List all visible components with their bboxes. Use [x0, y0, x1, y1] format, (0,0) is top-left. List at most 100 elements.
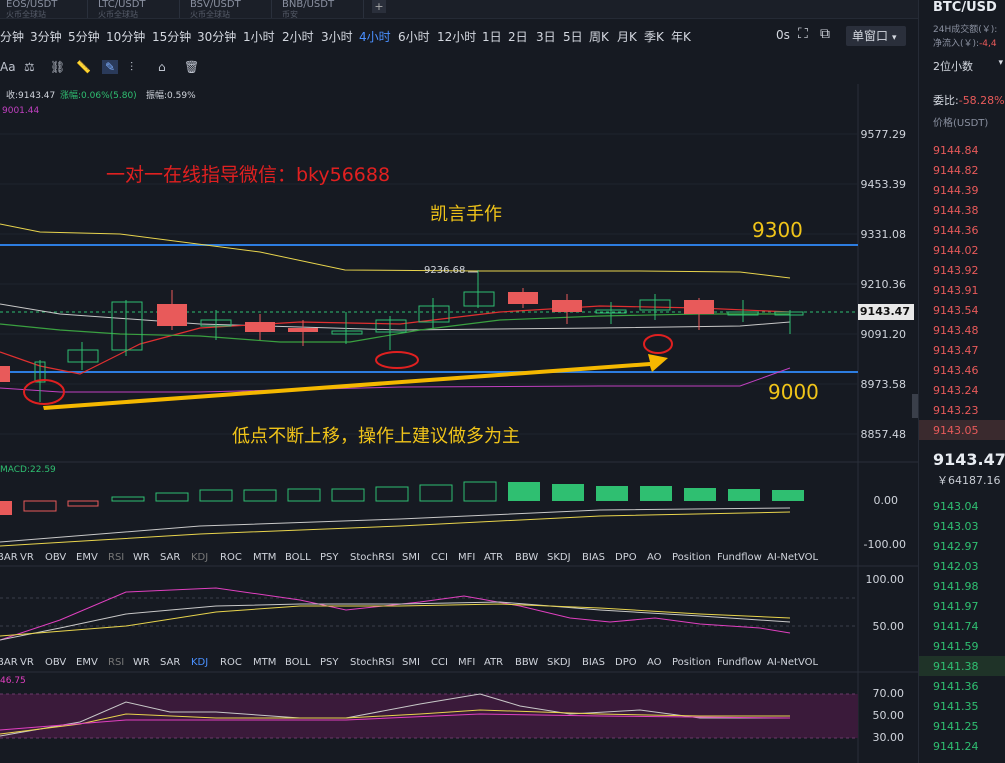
bid-price[interactable]: 9141.24	[933, 740, 979, 753]
indicator-tab[interactable]: MTM	[253, 657, 276, 668]
link-icon[interactable]: ⛓	[50, 60, 65, 74]
indicator-tab[interactable]: MFI	[458, 552, 475, 563]
timeframe-10min[interactable]: 10分钟	[106, 28, 145, 45]
indicator-tab[interactable]: Fundflow	[717, 657, 762, 668]
timeframe-1h[interactable]: 1小时	[243, 28, 275, 45]
ask-price[interactable]: 9143.91	[933, 284, 979, 297]
indicator-tab[interactable]: BAR	[0, 552, 18, 563]
timeframe-month[interactable]: 月K	[617, 28, 637, 45]
indicator-tab[interactable]: EMV	[76, 552, 98, 563]
ask-price[interactable]: 9143.54	[933, 304, 979, 317]
ask-price[interactable]: 9144.39	[933, 184, 979, 197]
bid-price[interactable]: 9143.03	[933, 520, 979, 533]
indicator-tab[interactable]: ATR	[484, 552, 503, 563]
ask-price[interactable]: 9143.48	[933, 324, 979, 337]
decimals-select[interactable]: 2位小数 ▾	[933, 58, 1003, 76]
indicator-tab[interactable]: OBV	[45, 657, 66, 668]
indicator-tab[interactable]: RSI	[108, 552, 124, 563]
timeframe-5d[interactable]: 5日	[563, 28, 583, 45]
ask-price[interactable]: 9143.05	[933, 424, 979, 437]
indicator-tab[interactable]: SMI	[402, 552, 420, 563]
ask-price[interactable]: 9143.24	[933, 384, 979, 397]
pair-tab[interactable]: BNB/USDT 币安	[276, 0, 364, 18]
indicator-tab[interactable]: Position	[672, 657, 711, 668]
bid-price[interactable]: 9141.98	[933, 580, 979, 593]
indicator-tab[interactable]: StochRSI	[350, 552, 394, 563]
ask-price[interactable]: 9144.84	[933, 144, 979, 157]
indicator-tab[interactable]: VR	[20, 552, 34, 563]
bid-price[interactable]: 9142.03	[933, 560, 979, 573]
indicator-tab[interactable]: BOLL	[285, 657, 311, 668]
indicator-tab[interactable]: EMV	[76, 657, 98, 668]
low-marker-ellipse[interactable]	[643, 334, 673, 354]
indicator-tab[interactable]: AO	[647, 552, 662, 563]
indicator-tab[interactable]: Position	[672, 552, 711, 563]
timeframe-5min[interactable]: 5分钟	[68, 28, 100, 45]
timeframe-12h[interactable]: 12小时	[437, 28, 476, 45]
indicator-tab[interactable]: PSY	[320, 552, 339, 563]
timeframe-3h[interactable]: 3小时	[321, 28, 353, 45]
indicator-tab[interactable]: AI-NetVOL	[767, 552, 818, 563]
indicator-tab[interactable]: SKDJ	[547, 552, 571, 563]
indicator-tab[interactable]: BBW	[515, 552, 538, 563]
indicator-tab[interactable]: WR	[133, 552, 150, 563]
ask-price[interactable]: 9143.23	[933, 404, 979, 417]
ask-price[interactable]: 9143.47	[933, 344, 979, 357]
indicator-tab[interactable]: WR	[133, 657, 150, 668]
bid-price[interactable]: 9141.97	[933, 600, 979, 613]
text-tool-icon[interactable]: Aa	[0, 60, 16, 74]
ask-price[interactable]: 9143.92	[933, 264, 979, 277]
low-marker-ellipse[interactable]	[375, 351, 419, 369]
pair-tab[interactable]: EOS/USDT 火币全球站	[0, 0, 88, 18]
measure-icon[interactable]: ⚖	[24, 60, 35, 74]
indicator-tab[interactable]: KDJ	[191, 657, 208, 668]
timeframe-quarter[interactable]: 季K	[644, 28, 664, 45]
timeframe-year[interactable]: 年K	[671, 28, 691, 45]
ruler-icon[interactable]: 📏	[76, 60, 91, 74]
timeframe-6h[interactable]: 6小时	[398, 28, 430, 45]
add-tab-button[interactable]: +	[372, 0, 386, 13]
indicator-tab[interactable]: BIAS	[582, 552, 605, 563]
chart-area[interactable]: 收:9143.47 涨幅:0.06%(5.80) 振幅:0.59% 9001.4…	[0, 84, 918, 763]
indicator-tab[interactable]: BIAS	[582, 657, 605, 668]
timeframe-2h[interactable]: 2小时	[282, 28, 314, 45]
bid-price[interactable]: 9141.36	[933, 680, 979, 693]
ask-price[interactable]: 9144.36	[933, 224, 979, 237]
bid-price[interactable]: 9142.97	[933, 540, 979, 553]
timeframe-week[interactable]: 周K	[589, 28, 609, 45]
indicator-tab[interactable]: VR	[20, 657, 34, 668]
bid-price[interactable]: 9143.04	[933, 500, 979, 513]
pen-icon[interactable]: ✎	[102, 60, 119, 74]
indicator-tab[interactable]: MTM	[253, 552, 276, 563]
lock-icon[interactable]: ⌂	[158, 60, 166, 74]
indicator-tab[interactable]: PSY	[320, 657, 339, 668]
fullscreen-icon[interactable]: ⛶	[798, 26, 808, 42]
indicator-tab[interactable]: DPO	[615, 552, 637, 563]
pair-tab[interactable]: BSV/USDT 火币全球站	[184, 0, 272, 18]
ask-price[interactable]: 9144.02	[933, 244, 979, 257]
indicator-tab[interactable]: ROC	[220, 552, 242, 563]
bid-price[interactable]: 9141.38	[933, 660, 979, 673]
indicator-tab[interactable]: OBV	[45, 552, 66, 563]
indicator-tab[interactable]: CCI	[431, 657, 448, 668]
candle-tool-icon[interactable]: ⫶	[130, 60, 133, 75]
indicator-tab[interactable]: SMI	[402, 657, 420, 668]
indicator-tab[interactable]: BAR	[0, 657, 18, 668]
indicator-tab[interactable]: CCI	[431, 552, 448, 563]
indicator-tab[interactable]: ROC	[220, 657, 242, 668]
timeframe-1min[interactable]: 分钟	[0, 28, 24, 45]
indicator-tab[interactable]: AO	[647, 657, 662, 668]
timeframe-2d[interactable]: 2日	[508, 28, 528, 45]
bid-price[interactable]: 9141.35	[933, 700, 979, 713]
indicator-tab[interactable]: AI-NetVOL	[767, 657, 818, 668]
timeframe-3d[interactable]: 3日	[536, 28, 556, 45]
indicator-tab[interactable]: ATR	[484, 657, 503, 668]
indicator-tab[interactable]: MFI	[458, 657, 475, 668]
uptrend-arrow[interactable]	[43, 354, 668, 410]
indicator-tab[interactable]: DPO	[615, 657, 637, 668]
indicator-tab[interactable]: BOLL	[285, 552, 311, 563]
timeframe-30min[interactable]: 30分钟	[197, 28, 236, 45]
ask-price[interactable]: 9144.82	[933, 164, 979, 177]
ask-price[interactable]: 9143.46	[933, 364, 979, 377]
trash-icon[interactable]: 🗑	[184, 60, 199, 74]
